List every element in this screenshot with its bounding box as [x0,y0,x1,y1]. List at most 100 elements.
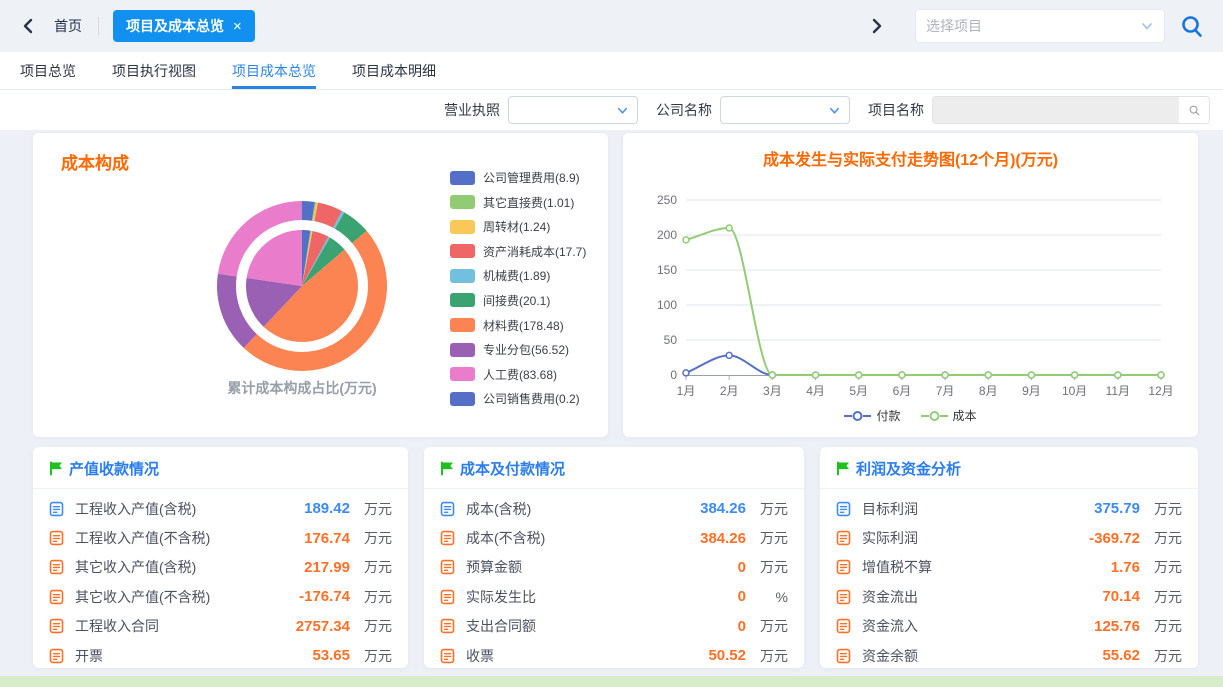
data-point [942,372,948,378]
x-axis-label: 2月 [720,384,739,398]
data-point [683,237,689,243]
stat-row-label: 资金余额 [862,646,918,666]
pie-legend-item[interactable]: 间接费(20.1) [450,292,586,309]
legend-swatch [450,171,475,185]
stat-card-body: 目标利润375.79万元实际利润-369.72万元增值税不算1.76万元资金流出… [820,489,1198,668]
project-name-label: 项目名称 [868,100,924,120]
stat-row: 收票50.52万元 [440,641,788,668]
trend-legend-item[interactable]: 成本 [921,407,977,424]
back-icon[interactable] [18,15,40,37]
x-axis-label: 10月 [1062,384,1087,398]
stat-row-unit: 万元 [746,646,788,666]
business-license-select[interactable] [508,96,638,124]
y-axis-label: 50 [664,333,678,347]
legend-swatch [450,343,475,357]
legend-label: 周转材(1.24) [483,218,550,235]
legend-swatch [450,269,475,283]
business-license-label: 营业执照 [444,100,500,120]
stat-row-value: 176.74 [304,530,350,547]
stat-row-value: 2757.34 [296,618,350,635]
stat-row-value: 217.99 [304,559,350,576]
tab-project-cost-detail[interactable]: 项目成本明细 [352,52,436,89]
trend-chart-card: 成本发生与实际支付走势图(12个月)(万元) 0501001502002501月… [623,133,1198,437]
stat-card-output-collection: 产值收款情况工程收入产值(含税)189.42万元工程收入产值(不含税)176.7… [33,447,408,668]
stat-row: 支出合同额0万元 [440,612,788,641]
project-name-input[interactable] [932,96,1210,124]
chevron-down-icon [828,104,841,117]
tab-project-overview[interactable]: 项目总览 [20,52,76,89]
input-search-button[interactable] [1179,97,1209,123]
cost-composition-card: 成本构成 公司管理费用(8.9)其它直接费(1.01)周转材(1.24)资产消耗… [33,133,608,437]
data-point [726,225,732,231]
stat-card-header: 成本及付款情况 [424,447,804,489]
pie-legend-item[interactable]: 材料费(178.48) [450,317,586,334]
stat-row-label: 预算金额 [466,557,522,577]
data-point [683,370,689,376]
trend-legend: 付款 成本 [623,407,1198,424]
project-select[interactable]: 选择项目 [915,9,1165,43]
divider [98,17,99,35]
pie-legend-item[interactable]: 机械费(1.89) [450,267,586,284]
document-icon [49,589,64,605]
stat-row-unit: 万元 [350,557,392,577]
x-axis-label: 8月 [979,384,998,398]
tab-project-cost-overview[interactable]: 项目成本总览 [232,52,316,89]
legend-swatch [450,195,475,209]
active-page-tab-label: 项目及成本总览 [126,16,224,36]
stat-row-value: -369.72 [1089,530,1140,547]
stat-row-label: 目标利润 [862,499,918,519]
app-window: 首页 项目及成本总览 × 选择项目 项目总览项目执行视图项目成本总 [0,0,1223,687]
pie-legend-item[interactable]: 其它直接费(1.01) [450,194,586,211]
stat-row-unit: % [746,589,788,605]
search-icon[interactable] [1179,13,1205,39]
document-icon [440,530,455,546]
pie-legend-item[interactable]: 资产消耗成本(17.7) [450,243,586,260]
legend-swatch [450,318,475,332]
stat-row-label: 工程收入产值(含税) [75,499,196,519]
stat-row-value: 1.76 [1111,559,1140,576]
stat-row-label: 工程收入合同 [75,616,159,636]
stat-row-label: 其它收入产值(不含税) [75,587,210,607]
close-icon[interactable]: × [233,19,242,34]
topbar: 首页 项目及成本总览 × 选择项目 [0,0,1223,52]
stat-row-unit: 万元 [1140,646,1182,666]
stat-row-value: 50.52 [708,647,746,664]
stat-row: 工程收入产值(含税)189.42万元 [49,494,392,523]
legend-label: 材料费(178.48) [483,317,564,334]
active-page-tab[interactable]: 项目及成本总览 × [113,10,255,42]
stat-row-unit: 万元 [746,616,788,636]
document-icon [836,559,851,575]
x-axis-label: 12月 [1148,384,1173,398]
stat-row-unit: 万元 [746,557,788,577]
document-icon [440,559,455,575]
legend-label: 机械费(1.89) [483,267,550,284]
document-icon [440,618,455,634]
stat-row-unit: 万元 [1140,587,1182,607]
tab-project-execution-view[interactable]: 项目执行视图 [112,52,196,89]
main-content: 成本构成 公司管理费用(8.9)其它直接费(1.01)周转材(1.24)资产消耗… [0,130,1223,668]
flag-icon [440,461,454,476]
y-axis-label: 100 [657,298,677,312]
stat-row-value: 0 [738,618,746,635]
stat-row-value: 0 [738,588,746,605]
nav-tabs: 项目总览项目执行视图项目成本总览项目成本明细 [0,52,1223,90]
stat-row-label: 实际利润 [862,528,918,548]
forward-icon[interactable] [865,15,887,37]
stat-row-unit: 万元 [1140,528,1182,548]
document-icon [49,618,64,634]
legend-label: 公司销售费用(0.2) [483,390,580,407]
trend-legend-item[interactable]: 付款 [844,407,900,424]
stat-row: 资金流入125.76万元 [836,612,1182,641]
series-line-付款 [686,355,1161,375]
data-point [1158,372,1164,378]
legend-swatch [450,244,475,258]
y-axis-label: 150 [657,263,677,277]
stat-row-unit: 万元 [746,528,788,548]
stat-row-unit: 万元 [1140,557,1182,577]
legend-swatch [450,220,475,234]
company-name-select[interactable] [720,96,850,124]
pie-legend-item[interactable]: 专业分包(56.52) [450,341,586,358]
pie-legend-item[interactable]: 公司管理费用(8.9) [450,169,586,186]
home-link[interactable]: 首页 [54,16,82,36]
pie-legend-item[interactable]: 周转材(1.24) [450,218,586,235]
